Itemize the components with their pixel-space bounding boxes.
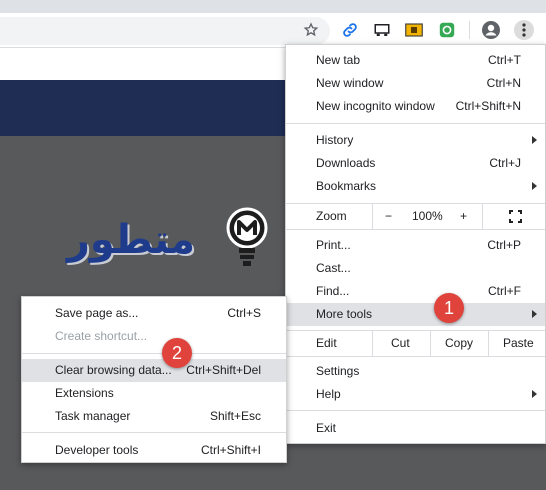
menu-separator <box>286 229 545 230</box>
fullscreen-icon <box>509 210 522 223</box>
menu-item-downloads[interactable]: Downloads Ctrl+J <box>286 152 545 175</box>
menu-item-shortcut: Ctrl+Shift+I <box>200 443 261 457</box>
cast-icon[interactable] <box>371 19 393 41</box>
copy-button[interactable]: Copy <box>430 331 488 356</box>
menu-item-history[interactable]: History <box>286 129 545 152</box>
menu-item-label: Create shortcut... <box>55 329 148 343</box>
menu-item-new-incognito-window[interactable]: New incognito window Ctrl+Shift+N <box>286 95 545 118</box>
address-bar[interactable] <box>0 17 330 45</box>
menu-separator <box>22 353 286 354</box>
fullscreen-button[interactable] <box>482 204 546 229</box>
kebab-menu-icon[interactable] <box>513 19 535 41</box>
menu-item-new-tab[interactable]: New tab Ctrl+T <box>286 49 545 72</box>
menu-item-shortcut: Ctrl+Shift+N <box>455 99 521 113</box>
menu-item-task-manager[interactable]: Task manager Shift+Esc <box>22 405 286 428</box>
edit-row: Edit Cut Copy Paste <box>286 331 545 356</box>
more-tools-submenu: Save page as... Ctrl+S Create shortcut..… <box>21 296 287 463</box>
menu-item-label: New tab <box>316 53 361 67</box>
copy-label: Copy <box>445 336 474 350</box>
menu-item-new-window[interactable]: New window Ctrl+N <box>286 72 545 95</box>
chrome-main-menu: New tab Ctrl+T New window Ctrl+N New inc… <box>285 44 546 444</box>
submenu-arrow-icon <box>532 310 537 318</box>
menu-item-label: More tools <box>316 307 373 321</box>
tab-strip <box>0 0 546 13</box>
lightbulb-logo-icon <box>226 207 268 266</box>
paste-button[interactable]: Paste <box>488 331 546 356</box>
zoom-in-symbol: + <box>460 209 468 223</box>
menu-item-label: Task manager <box>55 409 131 423</box>
folder-extension-icon[interactable] <box>403 19 425 41</box>
green-extension-icon[interactable] <box>436 19 458 41</box>
menu-item-label: Help <box>316 387 341 401</box>
menu-item-label: Extensions <box>55 386 114 400</box>
link-icon[interactable] <box>339 19 361 41</box>
menu-item-label: Developer tools <box>55 443 139 457</box>
menu-item-exit[interactable]: Exit <box>286 417 545 440</box>
menu-item-label: Bookmarks <box>316 179 377 193</box>
menu-item-label: New window <box>316 76 384 90</box>
menu-separator <box>286 410 545 411</box>
zoom-out-button[interactable]: − <box>372 204 404 229</box>
paste-label: Paste <box>503 336 534 350</box>
submenu-arrow-icon <box>532 390 537 398</box>
account-icon[interactable] <box>480 19 502 41</box>
menu-item-label: Downloads <box>316 156 376 170</box>
menu-item-shortcut: Ctrl+F <box>488 284 521 298</box>
menu-item-label: Clear browsing data... <box>55 363 172 377</box>
menu-item-extensions[interactable]: Extensions <box>22 382 286 405</box>
submenu-arrow-icon <box>532 136 537 144</box>
menu-item-shortcut: Ctrl+S <box>227 306 261 320</box>
menu-item-shortcut: Ctrl+N <box>486 76 521 90</box>
menu-item-label: Find... <box>316 284 350 298</box>
cut-button[interactable]: Cut <box>372 331 430 356</box>
menu-item-label: Settings <box>316 364 360 378</box>
menu-item-shortcut: Ctrl+T <box>488 53 521 67</box>
menu-item-more-tools[interactable]: More tools <box>286 303 545 326</box>
step-badge-2: 2 <box>162 338 192 368</box>
star-icon[interactable] <box>300 19 322 41</box>
menu-item-shortcut: Ctrl+P <box>487 238 521 252</box>
menu-item-shortcut: Ctrl+Shift+Del <box>186 363 261 377</box>
zoom-value: 100% <box>412 209 443 223</box>
menu-item-settings[interactable]: Settings <box>286 360 545 383</box>
menu-item-print[interactable]: Print... Ctrl+P <box>286 234 545 257</box>
submenu-arrow-icon <box>532 182 537 190</box>
zoom-out-symbol: − <box>385 209 393 223</box>
toolbar-separator <box>469 21 470 39</box>
menu-item-bookmarks[interactable]: Bookmarks <box>286 175 545 198</box>
menu-separator <box>286 123 545 124</box>
zoom-in-button[interactable]: + <box>446 204 482 229</box>
zoom-label: Zoom <box>316 209 347 223</box>
menu-item-help[interactable]: Help <box>286 383 545 406</box>
browser-toolbar <box>0 13 546 48</box>
menu-item-label: Print... <box>316 238 351 252</box>
menu-item-label: History <box>316 133 354 147</box>
menu-separator <box>22 432 286 433</box>
zoom-row: Zoom − 100% + <box>286 204 545 229</box>
menu-item-label: Exit <box>316 421 337 435</box>
menu-item-label: Save page as... <box>55 306 139 320</box>
menu-item-create-shortcut: Create shortcut... <box>22 325 286 348</box>
brand-logo-text: متطور <box>66 217 196 263</box>
menu-item-clear-browsing-data[interactable]: Clear browsing data... Ctrl+Shift+Del <box>22 359 286 382</box>
menu-item-save-page-as[interactable]: Save page as... Ctrl+S <box>22 302 286 325</box>
menu-item-shortcut: Ctrl+J <box>489 156 521 170</box>
menu-item-find[interactable]: Find... Ctrl+F <box>286 280 545 303</box>
cut-label: Cut <box>391 336 410 350</box>
menu-item-label: New incognito window <box>316 99 435 113</box>
edit-label: Edit <box>316 336 337 350</box>
step-badge-1: 1 <box>434 293 464 323</box>
menu-item-label: Cast... <box>316 261 351 275</box>
menu-item-developer-tools[interactable]: Developer tools Ctrl+Shift+I <box>22 439 286 462</box>
menu-item-shortcut: Shift+Esc <box>209 409 261 423</box>
menu-item-cast[interactable]: Cast... <box>286 257 545 280</box>
menu-separator <box>286 356 545 357</box>
